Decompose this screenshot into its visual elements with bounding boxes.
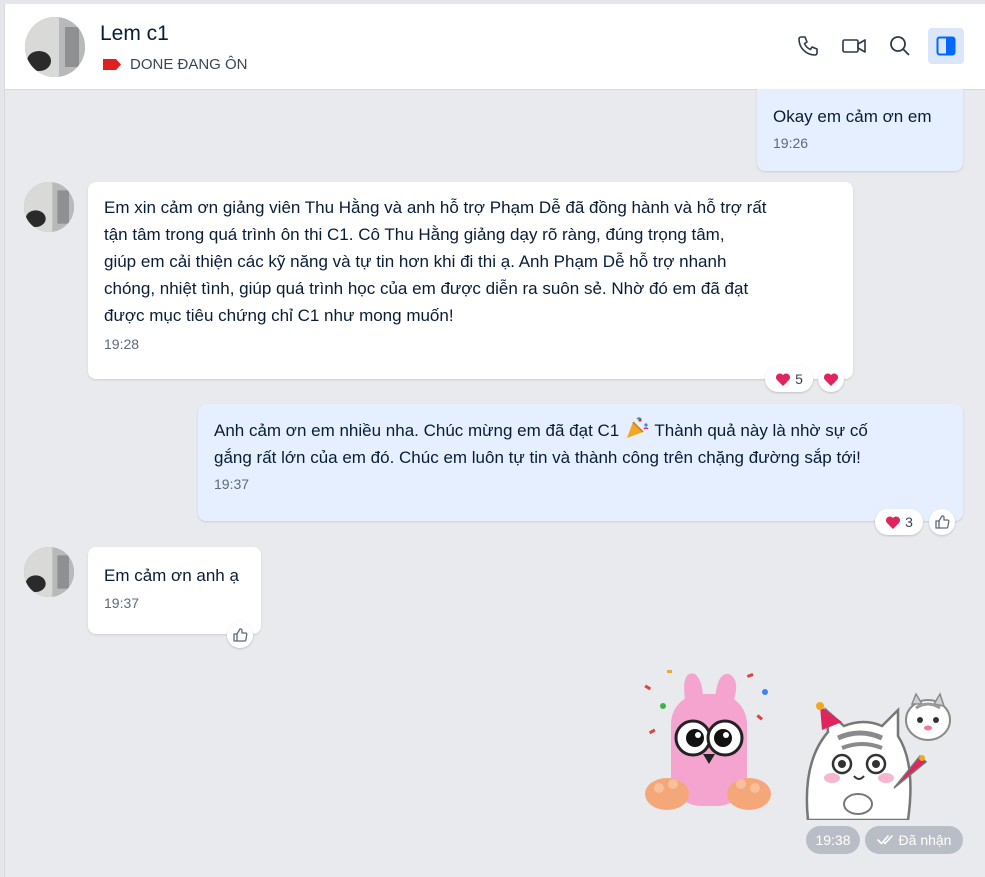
like-button[interactable] xyxy=(227,622,253,648)
message-time: 19:37 xyxy=(104,595,140,611)
heart-icon xyxy=(823,372,839,386)
double-check-icon xyxy=(876,835,893,845)
message-text: Okay em cảm ơn em xyxy=(773,107,932,126)
message-time: 19:26 xyxy=(773,135,809,151)
chat-window: Lem c1 DONE ĐANG ÔN Okay em cảm ơn em 19… xyxy=(4,4,985,877)
thumbs-up-icon xyxy=(233,628,248,642)
react-button[interactable] xyxy=(818,366,844,392)
message-text: Anh cảm ơn em nhiều nha. Chúc mừng em đã… xyxy=(214,416,947,471)
tag-label: DONE ĐANG ÔN xyxy=(130,56,248,73)
contact-tag[interactable]: DONE ĐANG ÔN xyxy=(102,56,248,73)
reaction-count: 5 xyxy=(795,371,803,387)
contact-avatar[interactable] xyxy=(25,17,85,77)
message-time: 19:28 xyxy=(104,336,140,352)
sender-avatar[interactable] xyxy=(24,547,74,597)
reaction-count: 3 xyxy=(905,514,913,530)
label-tag-icon xyxy=(103,59,121,70)
chat-header: Lem c1 DONE ĐANG ÔN xyxy=(5,4,985,90)
sidebar-toggle-icon xyxy=(936,36,956,56)
reaction-summary[interactable]: 3 xyxy=(875,509,923,535)
like-button[interactable] xyxy=(929,509,955,535)
party-popper-icon xyxy=(626,417,649,438)
message-bubble-outgoing[interactable]: Okay em cảm ơn em 19:26 xyxy=(757,89,963,171)
message-bubble-outgoing[interactable]: Anh cảm ơn em nhiều nha. Chúc mừng em đã… xyxy=(198,404,963,521)
delivery-status-label: Đã nhận xyxy=(898,832,952,848)
message-bubble-incoming[interactable]: Em xin cảm ơn giảng viên Thu Hằng và anh… xyxy=(88,182,853,379)
message-time: 19:37 xyxy=(214,476,250,492)
video-call-button[interactable] xyxy=(836,28,872,64)
video-call-icon xyxy=(842,39,866,53)
phone-icon xyxy=(798,36,818,56)
search-icon xyxy=(890,36,910,56)
sidebar-toggle-button[interactable] xyxy=(928,28,964,64)
message-bubble-incoming[interactable]: Em cảm ơn anh ạ 19:37 xyxy=(88,547,261,634)
message-text: Em xin cảm ơn giảng viên Thu Hằng và anh… xyxy=(104,198,767,325)
thumbs-up-icon xyxy=(935,515,950,529)
message-text: Em cảm ơn anh ạ xyxy=(104,566,239,585)
heart-icon xyxy=(886,515,901,529)
heart-icon xyxy=(776,372,791,386)
cat-party-sticker[interactable] xyxy=(798,692,958,820)
sender-avatar[interactable] xyxy=(24,182,74,232)
pink-bunny-sticker[interactable] xyxy=(637,666,777,814)
contact-name[interactable]: Lem c1 xyxy=(100,22,169,46)
delivery-status: Đã nhận xyxy=(865,826,963,854)
reaction-summary[interactable]: 5 xyxy=(765,366,813,392)
voice-call-button[interactable] xyxy=(790,28,826,64)
search-button[interactable] xyxy=(882,28,918,64)
sticker-time: 19:38 xyxy=(806,826,860,854)
